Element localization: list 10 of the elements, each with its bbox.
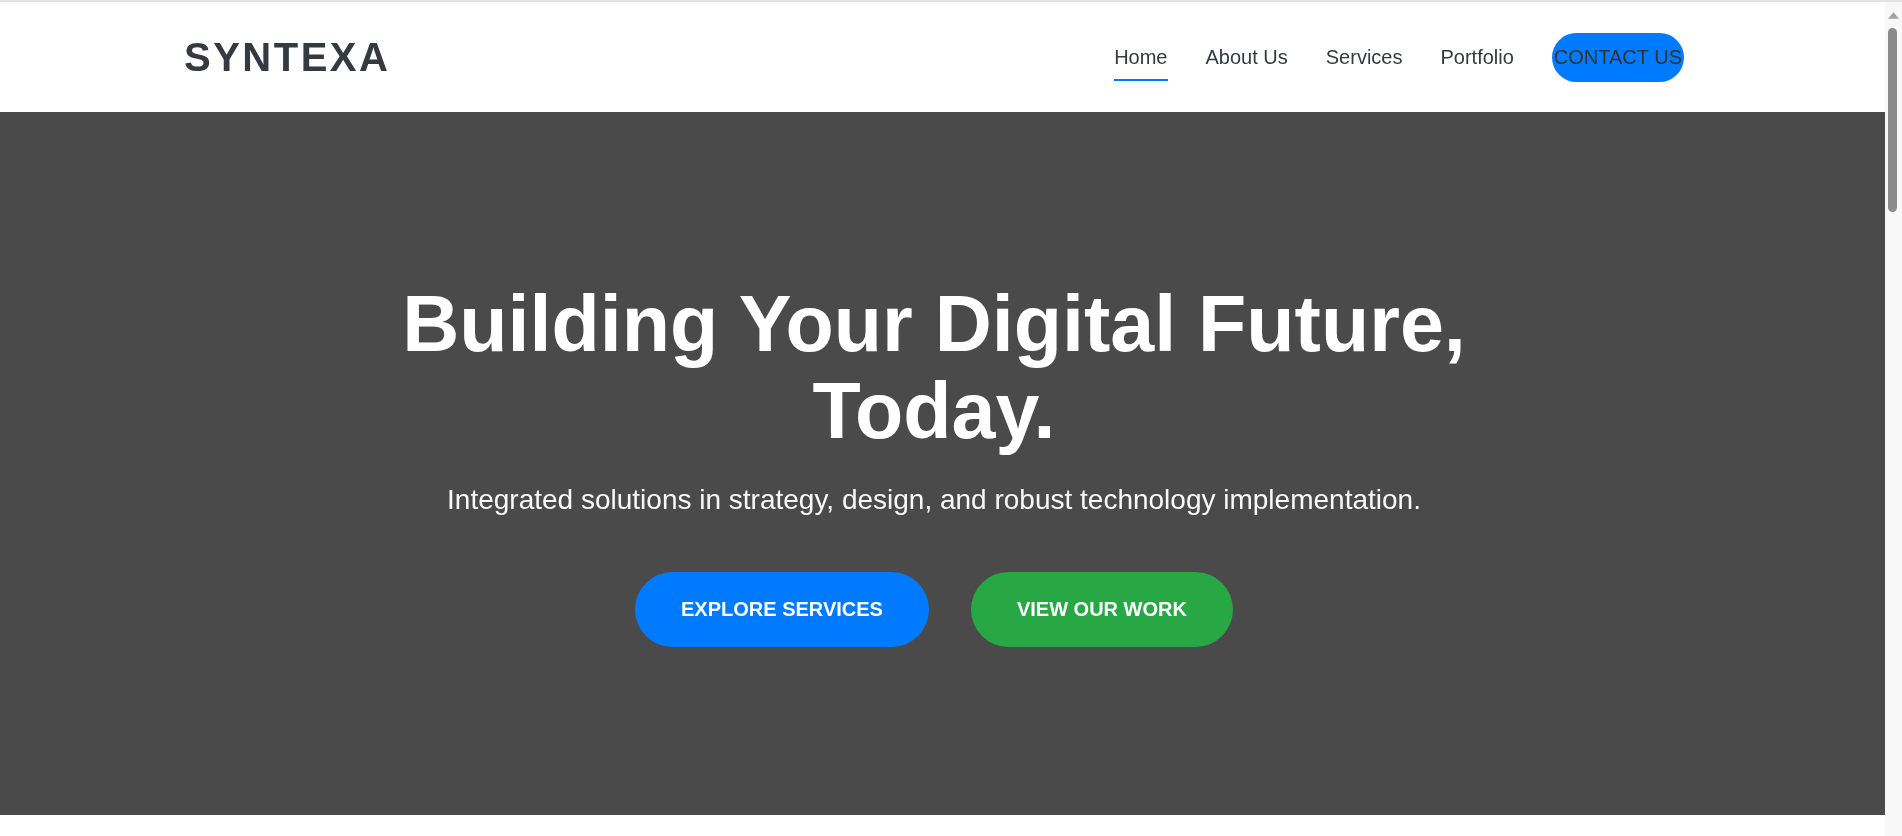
hero-subtitle: Integrated solutions in strategy, design, and robust technology implementation. — [447, 483, 1421, 517]
scroll-up-arrow-icon[interactable] — [1888, 12, 1899, 19]
hero-title: Building Your Digital Future, Today. — [401, 280, 1467, 454]
nav-link[interactable]: Portfolio — [1440, 35, 1514, 81]
hero-button[interactable]: EXPLORE SERVICES — [635, 572, 929, 647]
nav-link[interactable]: Home — [1114, 35, 1168, 81]
scrollbar-thumb[interactable] — [1888, 28, 1897, 212]
nav-link[interactable]: Services — [1325, 35, 1403, 81]
nav-link[interactable]: About Us — [1205, 35, 1288, 81]
logo-text: SYNTEXA — [184, 34, 391, 80]
